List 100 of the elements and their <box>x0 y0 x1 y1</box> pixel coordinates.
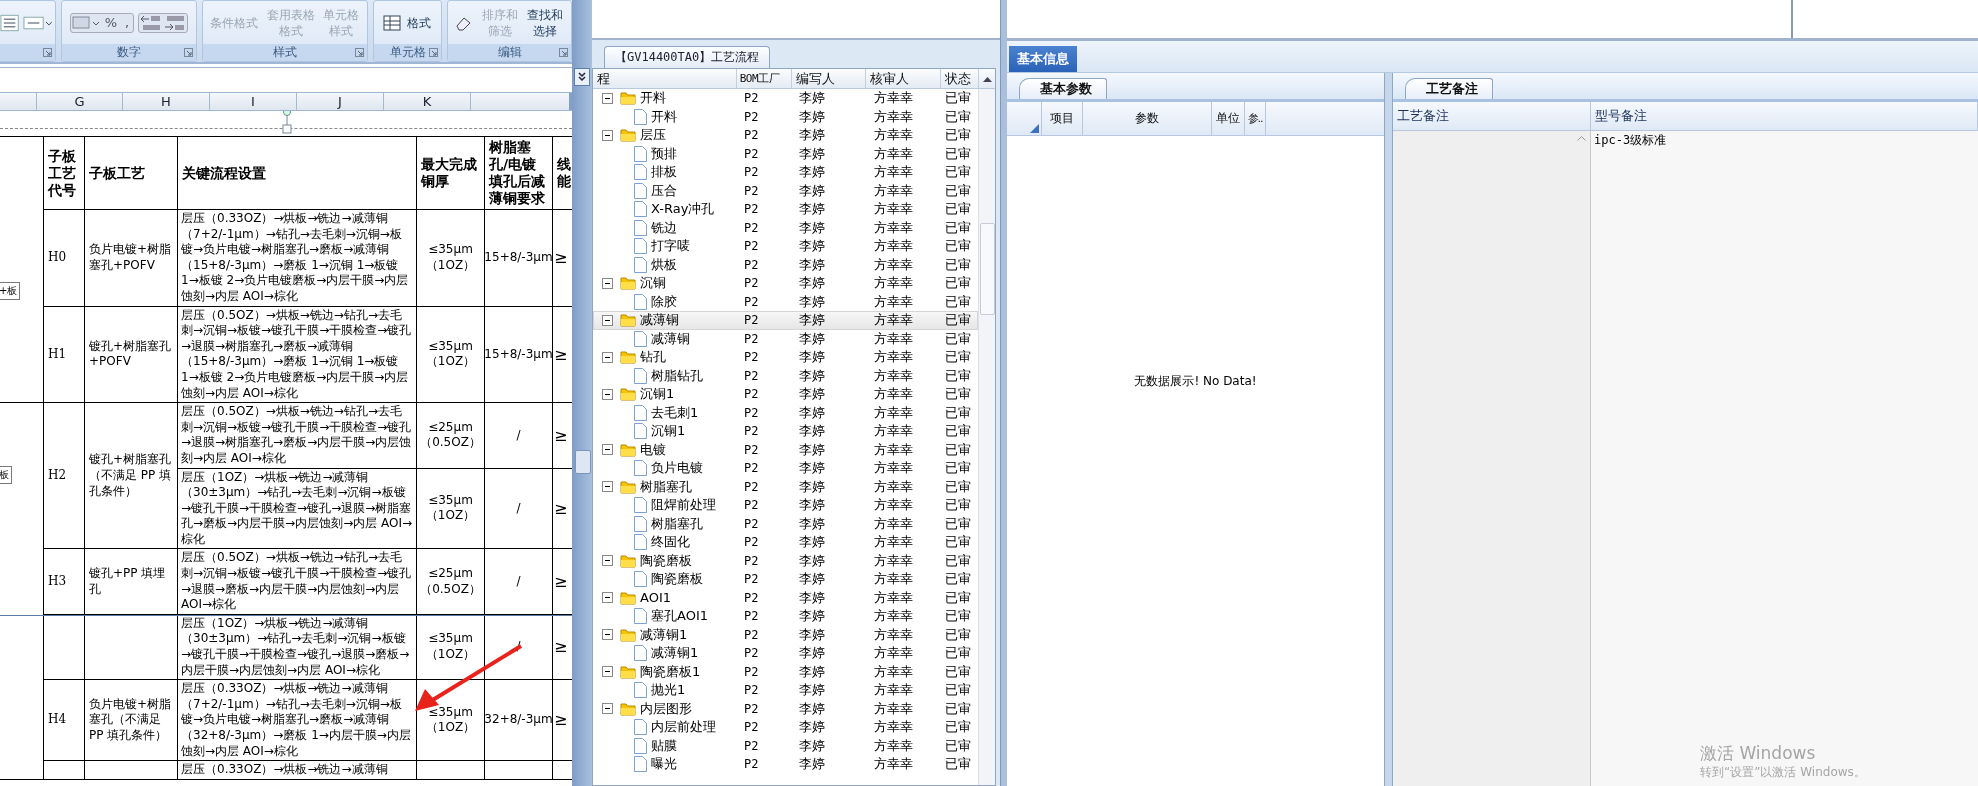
tree-row[interactable]: 内层图形 P2 李婷 方幸幸 已审 <box>593 699 978 718</box>
column-header[interactable]: 核审人 <box>870 69 910 88</box>
collapse-button[interactable] <box>574 68 590 86</box>
tree-row[interactable]: AOI1 P2 李婷 方幸幸 已审 <box>593 588 978 607</box>
table-cell: 已审 <box>945 737 971 754</box>
dialog-launcher-icon[interactable] <box>559 48 568 57</box>
collapse-toggle-icon[interactable] <box>602 314 613 326</box>
column-letter[interactable]: G <box>74 94 85 109</box>
tree-label: 负片电镀 <box>651 460 703 477</box>
tree-row[interactable]: 去毛刺1 P2 李婷 方幸幸 已审 <box>593 403 978 422</box>
tree-row[interactable]: 铣边 P2 李婷 方幸幸 已审 <box>593 218 978 237</box>
tab[interactable]: 工艺备注 <box>1405 78 1493 99</box>
tree-row[interactable]: 层压 P2 李婷 方幸幸 已审 <box>593 126 978 145</box>
collapse-toggle-icon[interactable] <box>602 129 613 141</box>
collapse-toggle-icon[interactable] <box>602 703 613 715</box>
file-icon <box>634 145 647 162</box>
column-letter[interactable]: I <box>251 94 255 109</box>
collapse-toggle-icon[interactable] <box>602 555 613 567</box>
collapse-toggle-icon[interactable] <box>602 277 613 289</box>
tree-row[interactable]: 陶瓷磨板 P2 李婷 方幸幸 已审 <box>593 551 978 570</box>
column-header[interactable]: 编写人 <box>795 69 835 88</box>
comment-marker[interactable]: +板 <box>0 282 21 300</box>
ribbon-button[interactable]: 格式 <box>404 14 433 31</box>
tree-row[interactable]: 树脂塞孔 P2 李婷 方幸幸 已审 <box>593 514 978 533</box>
table-cell: 李婷 <box>799 312 825 329</box>
column-header[interactable]: 状态 <box>945 69 972 88</box>
column-letter[interactable]: K <box>422 94 432 109</box>
table-cell: 李婷 <box>799 497 825 514</box>
scrollbar[interactable] <box>978 89 995 785</box>
collapse-toggle-icon[interactable] <box>602 444 613 456</box>
table-cell: 已审 <box>945 404 971 421</box>
column-header[interactable]: 参数 <box>1135 110 1159 127</box>
tree-row[interactable]: 陶瓷磨板 P2 李婷 方幸幸 已审 <box>593 570 978 589</box>
column-header[interactable]: 型号备注 <box>1595 107 1647 125</box>
tree-row[interactable]: 钻孔 P2 李婷 方幸幸 已审 <box>593 348 978 367</box>
dialog-launcher-icon[interactable] <box>429 48 438 57</box>
scroll-up-icon[interactable] <box>982 75 992 82</box>
tree-row[interactable]: 沉铜1 P2 李婷 方幸幸 已审 <box>593 422 978 441</box>
tree-row[interactable]: 塞孔AOI1 P2 李婷 方幸幸 已审 <box>593 607 978 626</box>
table-cell: P2 <box>744 91 759 106</box>
tree-row[interactable]: 减薄铜 P2 李婷 方幸幸 已审 <box>593 329 978 348</box>
column-letter[interactable]: H <box>161 94 171 109</box>
tree-row[interactable]: 抛光1 P2 李婷 方幸幸 已审 <box>593 681 978 700</box>
folder-icon <box>620 387 636 402</box>
tree-row[interactable]: 压合 P2 李婷 方幸幸 已审 <box>593 181 978 200</box>
tree-row[interactable]: 减薄铜1 P2 李婷 方幸幸 已审 <box>593 625 978 644</box>
tree-row[interactable]: 内层前处理 P2 李婷 方幸幸 已审 <box>593 718 978 737</box>
collapse-toggle-icon[interactable] <box>602 92 613 104</box>
rotate-handle-icon[interactable] <box>281 111 293 134</box>
column-header[interactable]: 参.. <box>1247 111 1263 126</box>
tree-row[interactable]: 阻焊前处理 P2 李婷 方幸幸 已审 <box>593 496 978 515</box>
collapse-toggle-icon[interactable] <box>602 666 613 678</box>
collapse-toggle-icon[interactable] <box>602 481 613 493</box>
column-header[interactable]: 单位 <box>1216 110 1240 127</box>
tree-row[interactable]: 贴膜 P2 李婷 方幸幸 已审 <box>593 736 978 755</box>
table-cell: 已审 <box>945 423 971 440</box>
tree-row[interactable]: 开料 P2 李婷 方幸幸 已审 <box>593 107 978 126</box>
collapse-toggle-icon[interactable] <box>602 388 613 400</box>
tree-row[interactable]: 减薄铜1 P2 李婷 方幸幸 已审 <box>593 644 978 663</box>
scroll-thumb[interactable] <box>575 450 591 474</box>
collapse-toggle-icon[interactable] <box>602 592 613 604</box>
tree-row[interactable]: 排板 P2 李婷 方幸幸 已审 <box>593 163 978 182</box>
column-header[interactable]: BOM工厂 <box>739 71 779 86</box>
table-cell: 方幸幸 <box>874 349 913 366</box>
align-icon[interactable] <box>0 13 20 32</box>
panel-tab[interactable]: 【GV14400TA0】工艺流程 <box>604 46 771 68</box>
tree-row[interactable]: 树脂钻孔 P2 李婷 方幸幸 已审 <box>593 366 978 385</box>
tree-row[interactable]: 烘板 P2 李婷 方幸幸 已审 <box>593 255 978 274</box>
column-header[interactable]: 工艺备注 <box>1397 107 1449 125</box>
tree-row[interactable]: 树脂塞孔 P2 李婷 方幸幸 已审 <box>593 477 978 496</box>
column-header[interactable]: 项目 <box>1050 110 1074 127</box>
dialog-launcher-icon[interactable] <box>43 48 52 57</box>
tree-row[interactable]: 减薄铜 P2 李婷 方幸幸 已审 <box>593 311 978 330</box>
tree-row[interactable]: 电镀 P2 李婷 方幸幸 已审 <box>593 440 978 459</box>
tree-row[interactable]: 陶瓷磨板1 P2 李婷 方幸幸 已审 <box>593 662 978 681</box>
tree-row[interactable]: 曝光 P2 李婷 方幸幸 已审 <box>593 755 978 774</box>
column-header[interactable]: 程 <box>597 69 610 88</box>
collapse-toggle-icon[interactable] <box>602 629 613 641</box>
tree-row[interactable]: 开料 P2 李婷 方幸幸 已审 <box>593 89 978 108</box>
tree-row[interactable]: X-Ray冲孔 P2 李婷 方幸幸 已审 <box>593 200 978 219</box>
tree-row[interactable]: 沉铜 P2 李婷 方幸幸 已审 <box>593 274 978 293</box>
dialog-launcher-icon[interactable] <box>184 48 193 57</box>
tree-row[interactable]: 除胶 P2 李婷 方幸幸 已审 <box>593 292 978 311</box>
number-format-button[interactable]: , <box>121 15 134 30</box>
table-cell: P2 <box>744 220 759 235</box>
panel-title-tab[interactable]: 基本信息 <box>1009 46 1077 72</box>
table-cell: 已审 <box>945 256 971 273</box>
collapse-toggle-icon[interactable] <box>602 351 613 363</box>
tree-row[interactable]: 预排 P2 李婷 方幸幸 已审 <box>593 144 978 163</box>
tab[interactable]: 基本参数 <box>1019 78 1107 99</box>
tree-row[interactable]: 打字唛 P2 李婷 方幸幸 已审 <box>593 237 978 256</box>
ribbon-button[interactable]: 查找和选择 <box>524 6 566 39</box>
tree-row[interactable]: 终固化 P2 李婷 方幸幸 已审 <box>593 533 978 552</box>
format-icon[interactable] <box>382 13 401 32</box>
tree-row[interactable]: 沉铜1 P2 李婷 方幸幸 已审 <box>593 385 978 404</box>
number-format-button[interactable]: % <box>100 15 122 30</box>
column-letter[interactable]: J <box>338 94 342 109</box>
dialog-launcher-icon[interactable] <box>355 48 364 57</box>
tree-row[interactable]: 负片电镀 P2 李婷 方幸幸 已审 <box>593 459 978 478</box>
file-icon <box>634 256 647 273</box>
